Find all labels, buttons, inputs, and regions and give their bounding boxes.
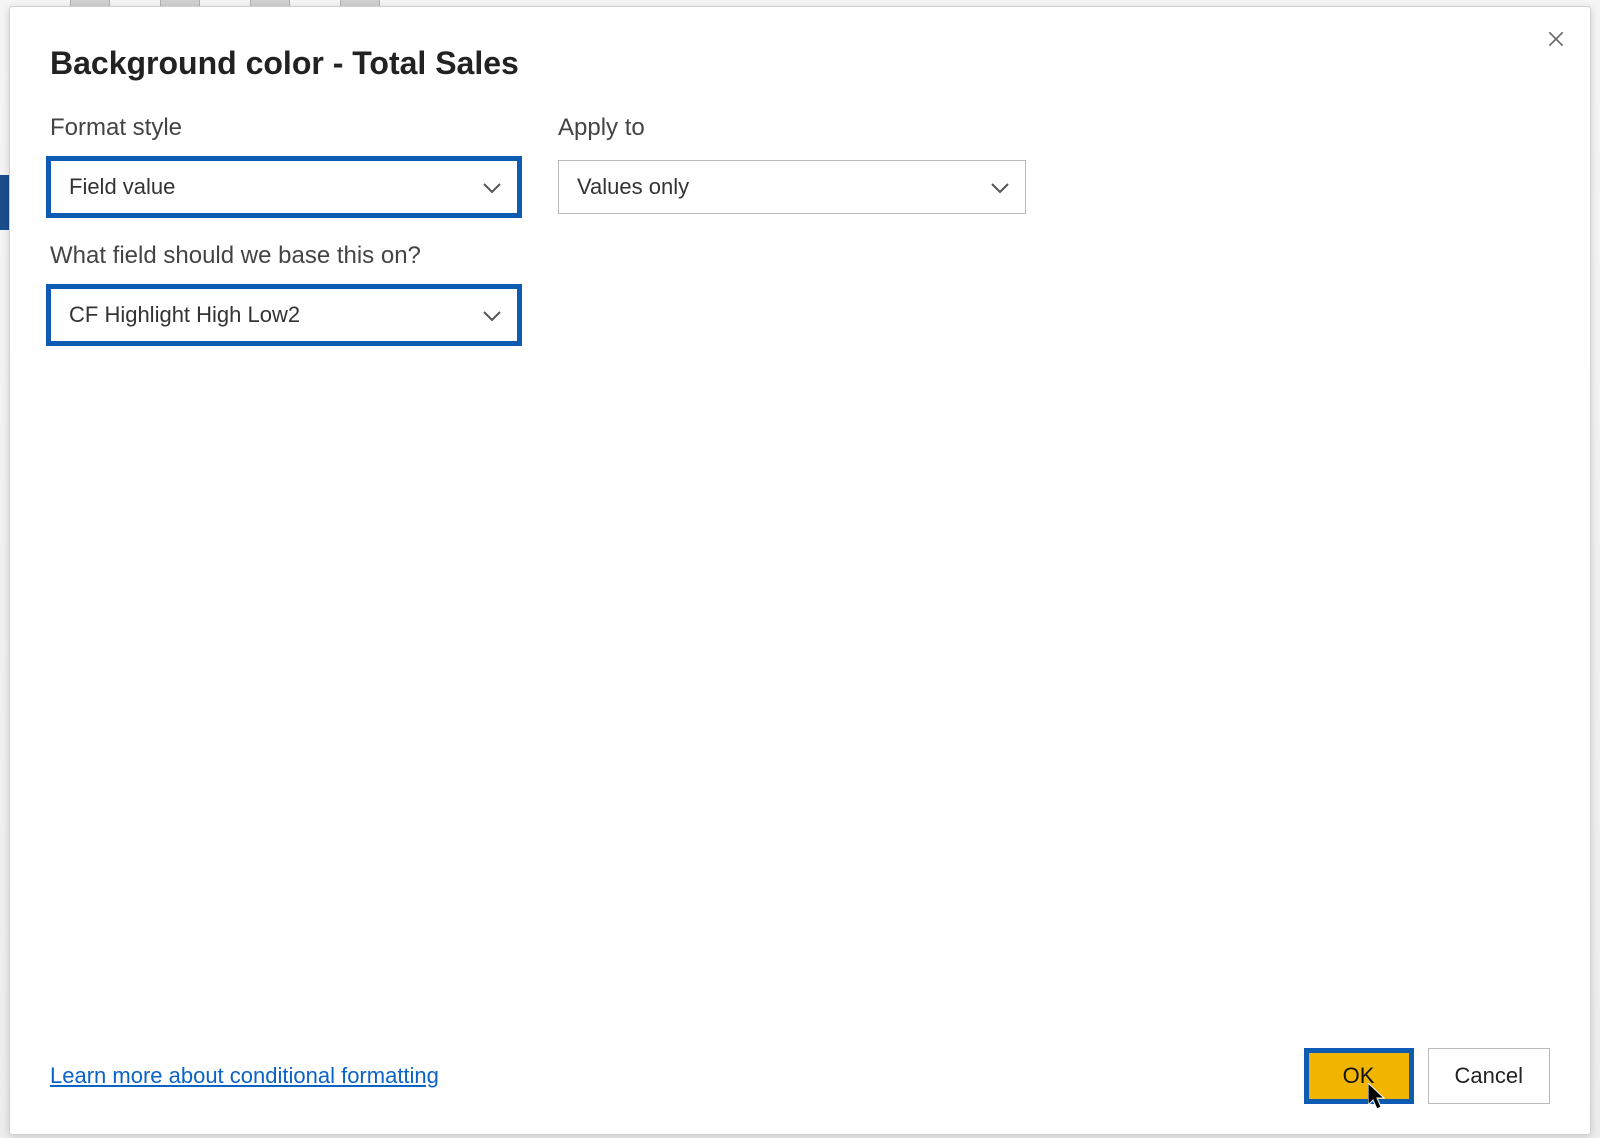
learn-more-link[interactable]: Learn more about conditional formatting <box>50 1063 439 1089</box>
ok-button[interactable]: OK <box>1304 1048 1414 1104</box>
chevron-down-icon <box>991 174 1009 200</box>
format-style-group: Format style Field value <box>50 114 518 214</box>
based-on-label: What field should we base this on? <box>50 242 518 270</box>
apply-to-dropdown[interactable]: Values only <box>558 160 1026 214</box>
format-style-dropdown[interactable]: Field value <box>50 160 518 214</box>
based-on-value: CF Highlight High Low2 <box>69 302 300 328</box>
format-style-value: Field value <box>69 174 175 200</box>
chevron-down-icon <box>483 302 501 328</box>
apply-to-group: Apply to Values only <box>558 114 1026 214</box>
based-on-dropdown[interactable]: CF Highlight High Low2 <box>50 288 518 342</box>
dialog-buttons: OK Cancel <box>1304 1048 1550 1104</box>
close-icon <box>1546 29 1566 54</box>
based-on-group: What field should we base this on? CF Hi… <box>50 242 518 342</box>
form-row-1: Format style Field value Apply to Values… <box>50 114 1550 214</box>
close-button[interactable] <box>1540 25 1572 57</box>
chevron-down-icon <box>483 174 501 200</box>
format-style-label: Format style <box>50 114 518 142</box>
apply-to-value: Values only <box>577 174 689 200</box>
dialog-title: Background color - Total Sales <box>50 45 1550 82</box>
apply-to-label: Apply to <box>558 114 1026 142</box>
dialog-footer: Learn more about conditional formatting … <box>50 1038 1550 1104</box>
form-row-2: What field should we base this on? CF Hi… <box>50 242 1550 342</box>
dialog-spacer <box>50 370 1550 1038</box>
conditional-formatting-dialog: Background color - Total Sales Format st… <box>9 6 1591 1135</box>
cancel-button[interactable]: Cancel <box>1428 1048 1550 1104</box>
